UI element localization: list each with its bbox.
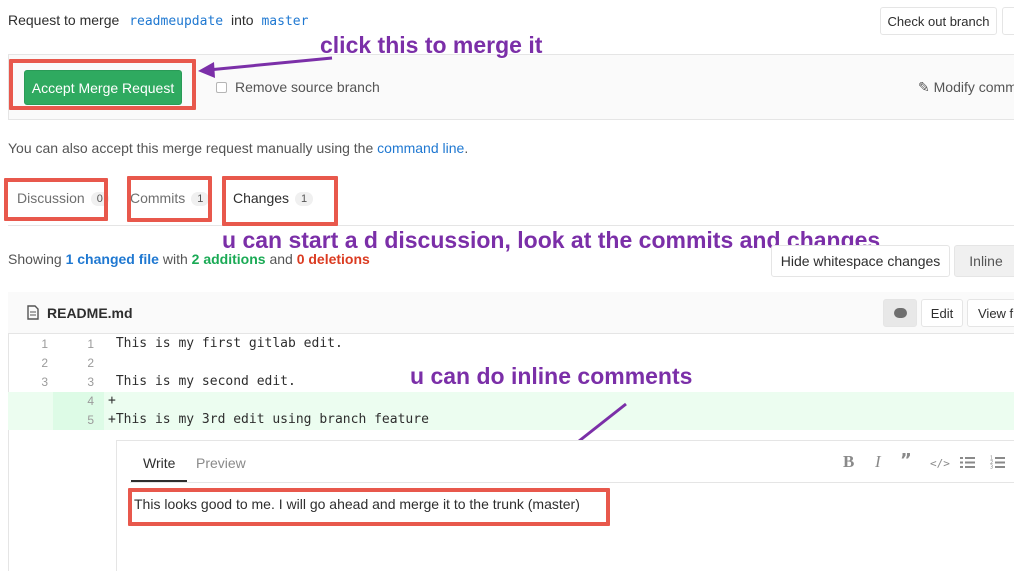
merge-annotation: click this to merge it	[320, 32, 543, 58]
toggle-comments-button[interactable]	[883, 299, 917, 327]
target-branch[interactable]: master	[261, 14, 308, 29]
diff-line-added: 4 +	[8, 392, 1014, 411]
diff-summary: Showing 1 changed file with 2 additions …	[8, 251, 370, 267]
inline-view-label: Inline	[969, 253, 1003, 269]
diff-code: This is my first gitlab edit.	[108, 336, 343, 351]
manual-text: You can also accept this merge request m…	[8, 140, 374, 156]
highlight-accept	[9, 59, 196, 110]
italic-icon[interactable]: I	[875, 452, 881, 472]
additions-count: 2 additions	[191, 251, 266, 267]
code-icon[interactable]: </>	[930, 457, 950, 470]
tab-write[interactable]: Write	[143, 455, 175, 471]
diff-code: +This is my 3rd edit using branch featur…	[108, 412, 429, 427]
comment-tabs-border	[130, 482, 1014, 483]
old-line-number[interactable]: 2	[8, 356, 48, 370]
new-line-number[interactable]: 1	[54, 337, 94, 351]
deletions-count: 0 deletions	[296, 251, 370, 267]
diff-line: 1 1 This is my first gitlab edit.	[8, 335, 1014, 354]
modify-commit-message[interactable]: ✎ Modify comm	[918, 79, 1014, 96]
quote-icon[interactable]: ”	[900, 450, 912, 471]
diff-code: This is my second edit.	[108, 374, 296, 389]
inline-view-button[interactable]: Inline	[954, 245, 1014, 277]
old-line-number[interactable]: 1	[8, 337, 48, 351]
summary-and: and	[269, 251, 293, 267]
hide-whitespace-button[interactable]: Hide whitespace changes	[771, 245, 950, 277]
header-prefix: Request to merge	[8, 12, 120, 28]
numbered-list-icon[interactable]: 1 2 3	[990, 455, 1005, 469]
modify-commit-label: Modify comm	[933, 79, 1014, 95]
manual-merge-text: You can also accept this merge request m…	[8, 140, 468, 156]
merge-annotation-arrow	[198, 56, 333, 78]
overflow-button[interactable]	[1002, 7, 1014, 35]
diff-line-added: 5 +This is my 3rd edit using branch feat…	[8, 411, 1014, 430]
highlight-comment	[128, 488, 610, 526]
diff-code: +	[108, 393, 116, 408]
source-branch[interactable]: readmeupdate	[129, 14, 223, 29]
tabs-bottom-border	[8, 225, 1014, 226]
merge-request-header: Request to merge readmeupdate into maste…	[8, 12, 308, 29]
manual-period: .	[464, 140, 469, 156]
hide-whitespace-label: Hide whitespace changes	[780, 253, 941, 269]
comment-bubble-icon	[893, 308, 907, 318]
header-into: into	[231, 12, 254, 28]
view-file-button[interactable]: View fi	[967, 299, 1014, 327]
inline-annotation: u can do inline comments	[410, 363, 693, 389]
new-line-number[interactable]: 4	[54, 394, 94, 408]
bullet-list-icon[interactable]	[960, 456, 975, 469]
check-out-branch-button[interactable]: Check out branch	[880, 7, 997, 35]
changed-files-link[interactable]: 1 changed file	[66, 251, 159, 267]
edit-file-button[interactable]: Edit	[921, 299, 963, 327]
file-name: README.md	[47, 305, 133, 321]
new-line-number[interactable]: 2	[54, 356, 94, 370]
tab-write-underline	[131, 480, 187, 482]
command-line-link[interactable]: command line	[377, 140, 464, 156]
new-line-number[interactable]: 3	[54, 375, 94, 389]
edit-pencil-icon: ✎	[918, 79, 930, 95]
file-icon	[27, 305, 39, 320]
new-line-number[interactable]: 5	[54, 413, 94, 427]
file-header	[8, 292, 1014, 334]
summary-showing: Showing	[8, 251, 62, 267]
check-out-branch-label: Check out branch	[887, 13, 990, 29]
highlight-discussion-tab	[4, 178, 108, 221]
summary-with: with	[162, 251, 188, 267]
tab-preview[interactable]: Preview	[196, 455, 246, 471]
view-file-label: View fi	[978, 305, 1014, 321]
edit-file-label: Edit	[930, 305, 954, 321]
highlight-changes-tab	[222, 176, 338, 226]
old-line-number[interactable]: 3	[8, 375, 48, 389]
svg-text:3: 3	[990, 465, 993, 470]
highlight-commits-tab	[127, 176, 212, 222]
bold-icon[interactable]: B	[843, 452, 854, 472]
